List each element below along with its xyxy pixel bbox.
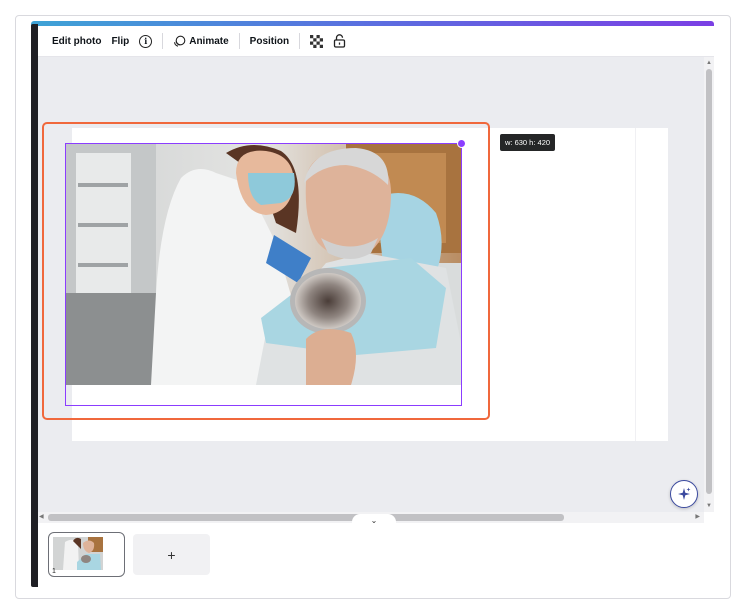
toolbar-divider	[299, 33, 301, 49]
vertical-scrollbar[interactable]: ▲ ▼	[704, 57, 714, 512]
add-page-button[interactable]: +	[133, 534, 210, 575]
toolbar-divider	[238, 33, 240, 49]
horizontal-scroll-thumb[interactable]	[48, 514, 564, 521]
info-button[interactable]: i	[134, 29, 157, 53]
animate-label: Animate	[189, 35, 229, 47]
scroll-left-icon[interactable]: ◀	[39, 513, 44, 520]
resize-handle[interactable]	[457, 139, 466, 148]
page-thumbnail[interactable]: 1	[48, 532, 125, 577]
transparency-checker-icon	[310, 34, 324, 48]
vertical-scroll-thumb[interactable]	[706, 69, 712, 494]
scroll-down-icon[interactable]: ▼	[706, 503, 712, 509]
thumbnail-photo-icon	[53, 537, 103, 570]
scroll-up-icon[interactable]: ▲	[706, 60, 712, 66]
magic-assistant-button[interactable]	[670, 480, 698, 508]
flip-button[interactable]: Flip	[106, 29, 134, 53]
size-tooltip: w: 630 h: 420	[500, 134, 556, 151]
page-thumbnail-image	[53, 537, 103, 570]
page-thumbnail-strip: 1 +	[38, 523, 714, 586]
sparkle-icon	[678, 487, 691, 500]
flip-label: Flip	[111, 35, 130, 47]
plus-icon: +	[167, 546, 176, 563]
contextual-toolbar: Edit photo Flip i Animate Position	[38, 26, 714, 57]
position-label: Position	[249, 35, 290, 47]
edit-photo-label: Edit photo	[52, 35, 102, 47]
page-number: 1	[52, 568, 56, 575]
edit-photo-button[interactable]: Edit photo	[47, 29, 106, 53]
image-selection-box[interactable]	[65, 143, 462, 406]
scroll-right-icon[interactable]: ▶	[695, 513, 700, 520]
lock-open-icon	[333, 34, 346, 48]
position-button[interactable]: Position	[245, 29, 294, 53]
animate-icon	[174, 35, 186, 47]
lock-button[interactable]	[328, 29, 351, 53]
animate-button[interactable]: Animate	[168, 29, 233, 53]
info-icon: i	[139, 34, 153, 48]
transparency-button[interactable]	[305, 29, 328, 53]
toolbar-divider	[162, 33, 164, 49]
page-guide-line	[635, 128, 636, 441]
